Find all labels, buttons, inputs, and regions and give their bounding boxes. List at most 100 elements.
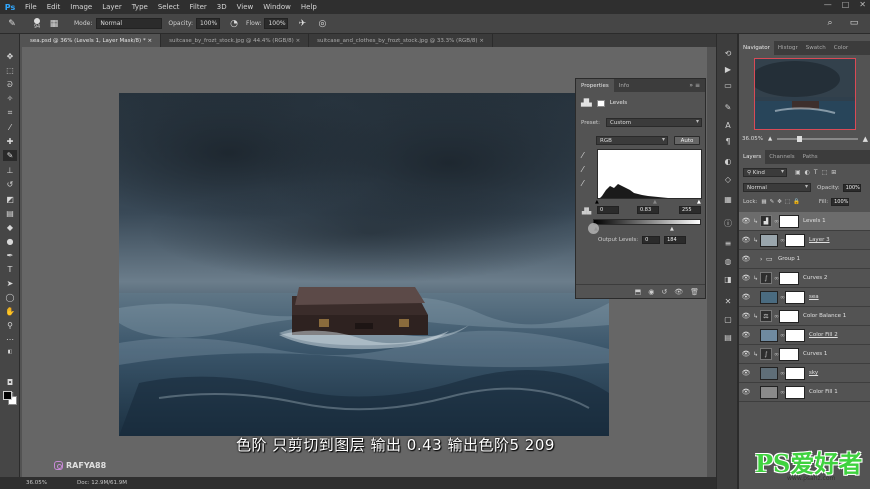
- pressure-opacity-icon[interactable]: ◔: [228, 18, 240, 30]
- tab-color[interactable]: Color: [830, 41, 852, 55]
- menu-window[interactable]: Window: [258, 3, 296, 11]
- gray-point-eyedropper-icon[interactable]: ⁄: [582, 165, 583, 174]
- layer-mask-thumbnail[interactable]: [785, 233, 805, 247]
- swatches-icon[interactable]: ▦: [722, 194, 734, 205]
- pen-tool-icon[interactable]: ✒: [3, 250, 17, 261]
- brush-tool-icon[interactable]: ✎: [6, 18, 18, 30]
- visibility-eye-icon[interactable]: 👁: [739, 369, 753, 377]
- menu-layer[interactable]: Layer: [97, 3, 127, 11]
- black-point-eyedropper-icon[interactable]: ⁄: [582, 151, 583, 160]
- document-canvas[interactable]: [119, 93, 609, 436]
- visibility-eye-icon[interactable]: 👁: [739, 388, 753, 396]
- layer-comps-icon[interactable]: ▢: [722, 314, 734, 325]
- lock-icons[interactable]: ▦✎✥⬚🔒: [761, 199, 802, 205]
- lasso-tool-icon[interactable]: ᘐ: [3, 79, 17, 90]
- eyedropper-tool-icon[interactable]: ⁄: [3, 122, 17, 133]
- white-input-slider-icon[interactable]: ▲: [697, 199, 701, 205]
- delete-icon[interactable]: 🗑: [690, 288, 699, 296]
- layer-row[interactable]: 👁 ↳ ∫ ∞ Curves 1: [739, 345, 870, 364]
- workspace-icon[interactable]: ▭: [848, 17, 860, 29]
- airbrush-icon[interactable]: ✈: [296, 18, 308, 30]
- visibility-eye-icon[interactable]: 👁: [739, 312, 753, 320]
- layer-mask-thumbnail[interactable]: [785, 290, 805, 304]
- input-white-field[interactable]: 255: [679, 206, 701, 214]
- close-window-button[interactable]: ✕: [859, 0, 866, 9]
- tab-layers[interactable]: Layers: [739, 150, 766, 164]
- levels-adjustment-icon[interactable]: ▟: [760, 215, 772, 227]
- flow-input[interactable]: 100%: [264, 18, 289, 29]
- output-black-field[interactable]: 0: [642, 236, 661, 244]
- layer-opacity-field[interactable]: 100%: [842, 183, 861, 192]
- move-tool-icon[interactable]: ✥: [3, 51, 17, 62]
- clip-to-layer-icon[interactable]: ⬒: [635, 288, 642, 296]
- brush-settings-icon[interactable]: ▦: [48, 18, 60, 30]
- tab-info[interactable]: Info: [614, 79, 634, 92]
- menu-edit[interactable]: Edit: [42, 3, 66, 11]
- layer-mask-thumbnail[interactable]: [779, 214, 799, 228]
- layer-thumbnail[interactable]: [760, 233, 778, 247]
- type-tool-icon[interactable]: T: [3, 264, 17, 275]
- zoom-tool-icon[interactable]: ⚲: [3, 320, 17, 331]
- menu-file[interactable]: File: [20, 3, 42, 11]
- menu-view[interactable]: View: [232, 3, 259, 11]
- brush-panel-icon[interactable]: ✎: [722, 102, 734, 113]
- layer-thumbnail[interactable]: [760, 385, 778, 399]
- tab-navigator[interactable]: Navigator: [739, 41, 774, 55]
- adjustments-icon[interactable]: ◐: [722, 156, 734, 167]
- navigator-preview[interactable]: [754, 58, 856, 130]
- channel-dropdown[interactable]: RGB: [596, 136, 668, 145]
- visibility-eye-icon[interactable]: 👁: [739, 236, 753, 244]
- visibility-eye-icon[interactable]: 👁: [739, 350, 753, 358]
- menu-select[interactable]: Select: [153, 3, 185, 11]
- tab-swatches[interactable]: Swatch: [802, 41, 830, 55]
- layer-mask-thumbnail[interactable]: [785, 328, 805, 342]
- gamma-input-slider-icon[interactable]: ▲: [653, 199, 657, 205]
- zoom-slider[interactable]: [777, 136, 858, 142]
- layer-row[interactable]: 👁 ↳ ⚖ ∞ Color Balance 1: [739, 307, 870, 326]
- menu-type[interactable]: Type: [127, 3, 153, 11]
- tab-properties[interactable]: Properties: [576, 79, 614, 92]
- zoom-slider-knob[interactable]: [797, 136, 803, 142]
- eraser-tool-icon[interactable]: ◩: [3, 194, 17, 205]
- paragraph-icon[interactable]: ¶: [722, 136, 734, 147]
- output-white-field[interactable]: 184: [664, 236, 687, 244]
- layer-thumbnail[interactable]: [760, 366, 778, 380]
- healing-tool-icon[interactable]: ✚: [3, 136, 17, 147]
- visibility-eye-icon[interactable]: 👁: [739, 274, 753, 282]
- black-input-slider-icon[interactable]: ▲: [595, 199, 599, 205]
- panel-menu-icon[interactable]: » ≡: [689, 82, 700, 89]
- blend-mode-dropdown[interactable]: Normal: [743, 183, 811, 192]
- history-panel-icon[interactable]: ⟲: [722, 48, 734, 59]
- visibility-eye-icon[interactable]: 👁: [739, 217, 753, 225]
- layer-filter-dropdown[interactable]: ⚲ Kind: [743, 168, 787, 177]
- pressure-size-icon[interactable]: ◎: [316, 18, 328, 30]
- more-tools-icon[interactable]: ⋯: [3, 334, 17, 345]
- menu-3d[interactable]: 3D: [212, 3, 232, 11]
- gradient-tool-icon[interactable]: ▤: [3, 208, 17, 219]
- dodge-tool-icon[interactable]: ●: [3, 236, 17, 247]
- glyph-icon[interactable]: ◍: [722, 256, 734, 267]
- input-gamma-field[interactable]: 0.83: [637, 206, 659, 214]
- visibility-eye-icon[interactable]: 👁: [739, 293, 753, 301]
- visibility-eye-icon[interactable]: 👁: [739, 255, 753, 263]
- close-icon[interactable]: ×: [296, 38, 301, 44]
- curves-adjustment-icon[interactable]: ∫: [760, 348, 772, 360]
- layer-mask-thumbnail[interactable]: [779, 309, 799, 323]
- tab-paths[interactable]: Paths: [799, 150, 822, 164]
- history-brush-tool-icon[interactable]: ↺: [3, 179, 17, 190]
- preset-dropdown[interactable]: Custom: [606, 118, 703, 127]
- visibility-icon[interactable]: 👁: [674, 288, 683, 296]
- marquee-tool-icon[interactable]: ⬚: [3, 65, 17, 76]
- menu-image[interactable]: Image: [65, 3, 97, 11]
- tab-histogram[interactable]: Histogr: [774, 41, 802, 55]
- brush-preset-picker[interactable]: 94: [26, 17, 48, 30]
- zoom-out-icon[interactable]: ▲: [768, 136, 772, 142]
- channels-icon[interactable]: ◨: [722, 274, 734, 285]
- default-colors-icon[interactable]: ◧: [3, 346, 17, 357]
- layer-thumbnail[interactable]: [760, 328, 778, 342]
- close-icon[interactable]: ×: [147, 38, 152, 44]
- layer-row[interactable]: 👁 ∞ Color Fill 1: [739, 383, 870, 402]
- opacity-input[interactable]: 100%: [196, 18, 221, 29]
- layer-row[interactable]: 👁 › ▭ Group 1: [739, 250, 870, 269]
- tab-channels[interactable]: Channels: [765, 150, 798, 164]
